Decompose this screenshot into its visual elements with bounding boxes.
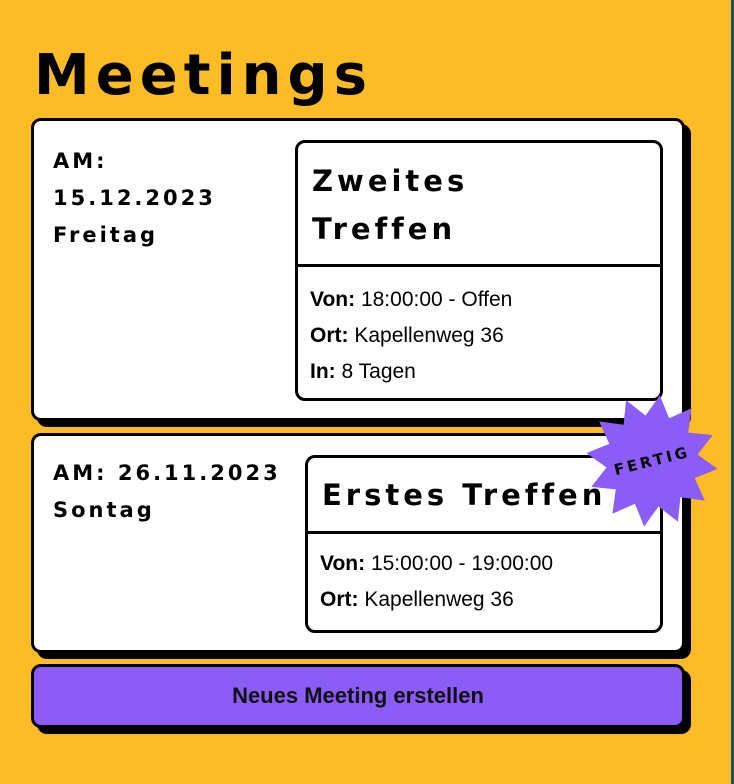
detail-value: 18:00:00 - Offen xyxy=(360,288,513,311)
detail-countdown: In: 8 Tagen xyxy=(310,354,660,390)
date-weekday: Freitag xyxy=(53,223,159,247)
detail-key: Von: xyxy=(310,288,356,311)
meeting-date: AM: 15.12.2023 Freitag xyxy=(53,143,216,254)
date-value: 15.12.2023 xyxy=(53,186,216,210)
meeting-title: Zweites Treffen xyxy=(298,143,660,267)
detail-time: Von: 15:00:00 - 19:00:00 xyxy=(320,546,660,582)
detail-value: 8 Tagen xyxy=(341,360,416,383)
meeting-card: AM: 15.12.2023 Freitag Zweites Treffen V… xyxy=(31,118,685,421)
meeting-details: Von: 18:00:00 - Offen Ort: Kapellenweg 3… xyxy=(298,267,660,390)
create-meeting-button[interactable]: Neues Meeting erstellen xyxy=(31,664,685,728)
detail-location: Ort: Kapellenweg 36 xyxy=(310,318,660,354)
date-prefix: AM: xyxy=(53,149,108,173)
meeting-info-box: Zweites Treffen Von: 18:00:00 - Offen Or… xyxy=(295,140,663,401)
meeting-title-line: Zweites xyxy=(312,164,469,198)
page-title: Meetings xyxy=(34,43,373,108)
detail-location: Ort: Kapellenweg 36 xyxy=(320,582,660,618)
detail-value: Kapellenweg 36 xyxy=(364,588,514,611)
meeting-details: Von: 15:00:00 - 19:00:00 Ort: Kapellenwe… xyxy=(308,534,660,618)
detail-value: Kapellenweg 36 xyxy=(354,324,504,347)
meeting-date: AM: 26.11.2023 Sontag xyxy=(53,455,281,529)
detail-key: Ort: xyxy=(320,588,359,611)
detail-value: 15:00:00 - 19:00:00 xyxy=(370,552,554,575)
date-value: AM: 26.11.2023 xyxy=(53,461,281,485)
detail-time: Von: 18:00:00 - Offen xyxy=(310,282,660,318)
meeting-title-line: Treffen xyxy=(312,212,457,246)
detail-key: Ort: xyxy=(310,324,349,347)
detail-key: In: xyxy=(310,360,336,383)
detail-key: Von: xyxy=(320,552,366,575)
date-weekday: Sontag xyxy=(53,498,155,522)
status-badge: FERTIG xyxy=(584,393,720,529)
